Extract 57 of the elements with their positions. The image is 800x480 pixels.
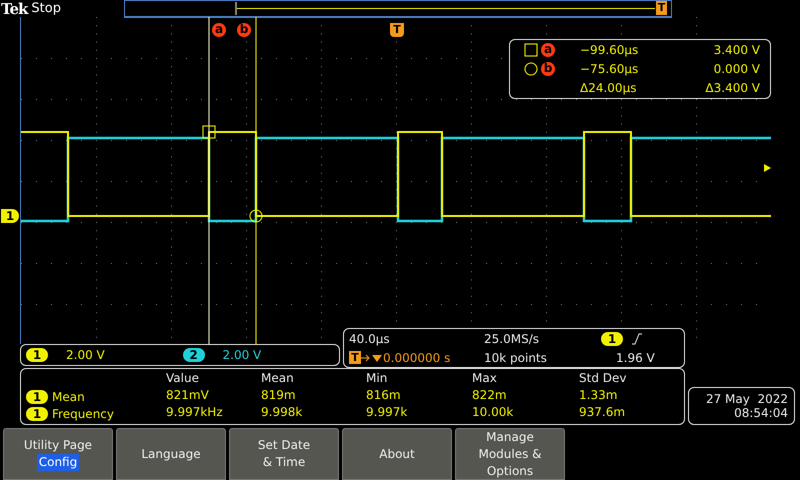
table-cell-text: 9.997kHz: [166, 405, 224, 421]
table-cell-text: 821mV: [166, 388, 210, 404]
cursor-marker: b: [541, 62, 555, 76]
rising-edge-icon: [631, 332, 643, 344]
table-cell-text: 819m: [261, 388, 297, 404]
trigger-position: 0.000000 s: [383, 350, 450, 364]
column-header: Max: [472, 371, 498, 387]
date: 27 May 2022: [706, 392, 788, 406]
time: 08:54:04: [734, 406, 788, 420]
channel-scale: 2.00 V: [222, 348, 262, 362]
record-length: 10k points: [484, 350, 548, 364]
cursor-time: −99.60µs: [580, 42, 640, 57]
table-cell-text: 816m: [366, 388, 402, 404]
column-header: Value: [166, 371, 200, 387]
logo: Tek: [1, 0, 28, 18]
trigger-source: 1: [601, 332, 623, 346]
cursor-voltage: 0.000 V: [712, 62, 760, 76]
sample-rate: 25.0MS/s: [484, 332, 540, 346]
column-header: Mean: [261, 371, 295, 387]
arrow-icon: [361, 352, 383, 364]
menu-button[interactable]: About: [342, 428, 452, 480]
circle-icon: [524, 62, 538, 76]
table-cell-text: 937.6m: [579, 405, 626, 421]
table-cell-text: 10.00k: [472, 405, 514, 421]
trigger-marker: T: [656, 0, 667, 14]
trigger-marker: T: [349, 351, 361, 364]
column-header: Min: [366, 371, 388, 387]
delta-time: Δ24.00µs: [580, 81, 638, 96]
cursor-time: −75.60µs: [580, 62, 640, 76]
timebase: 40.0µs: [349, 332, 391, 346]
cursor-voltage: 3.400 V: [712, 42, 760, 57]
measurement-name: Frequency: [52, 406, 114, 420]
cursor-marker[interactable]: a: [212, 23, 226, 37]
run-state: Stop: [31, 1, 61, 16]
channel-bar[interactable]: 1 2.00 V 2 2.00 V: [20, 344, 340, 366]
channel-badge[interactable]: 1: [26, 348, 48, 362]
square-icon: [524, 42, 538, 57]
channel-scale: 2.00 V: [66, 348, 105, 362]
cursor-marker: a: [541, 42, 555, 57]
table-cell-text: 9.998k: [261, 405, 304, 421]
delta-voltage: Δ3.400 V: [704, 81, 760, 96]
trigger-level: 1.96 V: [615, 350, 656, 364]
menu-button[interactable]: Manage Modules & Options: [455, 428, 565, 480]
table-cell-text: 9.997k: [366, 405, 408, 421]
channel-badge[interactable]: 2: [182, 348, 204, 362]
trigger-marker: T: [390, 23, 404, 37]
table-cell-text: 822m: [472, 388, 508, 404]
table-cell-text: 1.33m: [579, 388, 618, 404]
menu-button[interactable]: Set Date & Time: [229, 428, 339, 480]
source-badge: 1: [26, 406, 48, 420]
channel-marker: 1: [1, 209, 19, 223]
column-header: Std Dev: [579, 371, 628, 387]
measurement-name: Mean: [52, 390, 85, 404]
menu-button[interactable]: Language: [116, 428, 226, 480]
source-badge: 1: [26, 390, 48, 404]
cursor-marker[interactable]: b: [237, 23, 251, 37]
menu-button[interactable]: Utility Page Config: [3, 428, 113, 480]
